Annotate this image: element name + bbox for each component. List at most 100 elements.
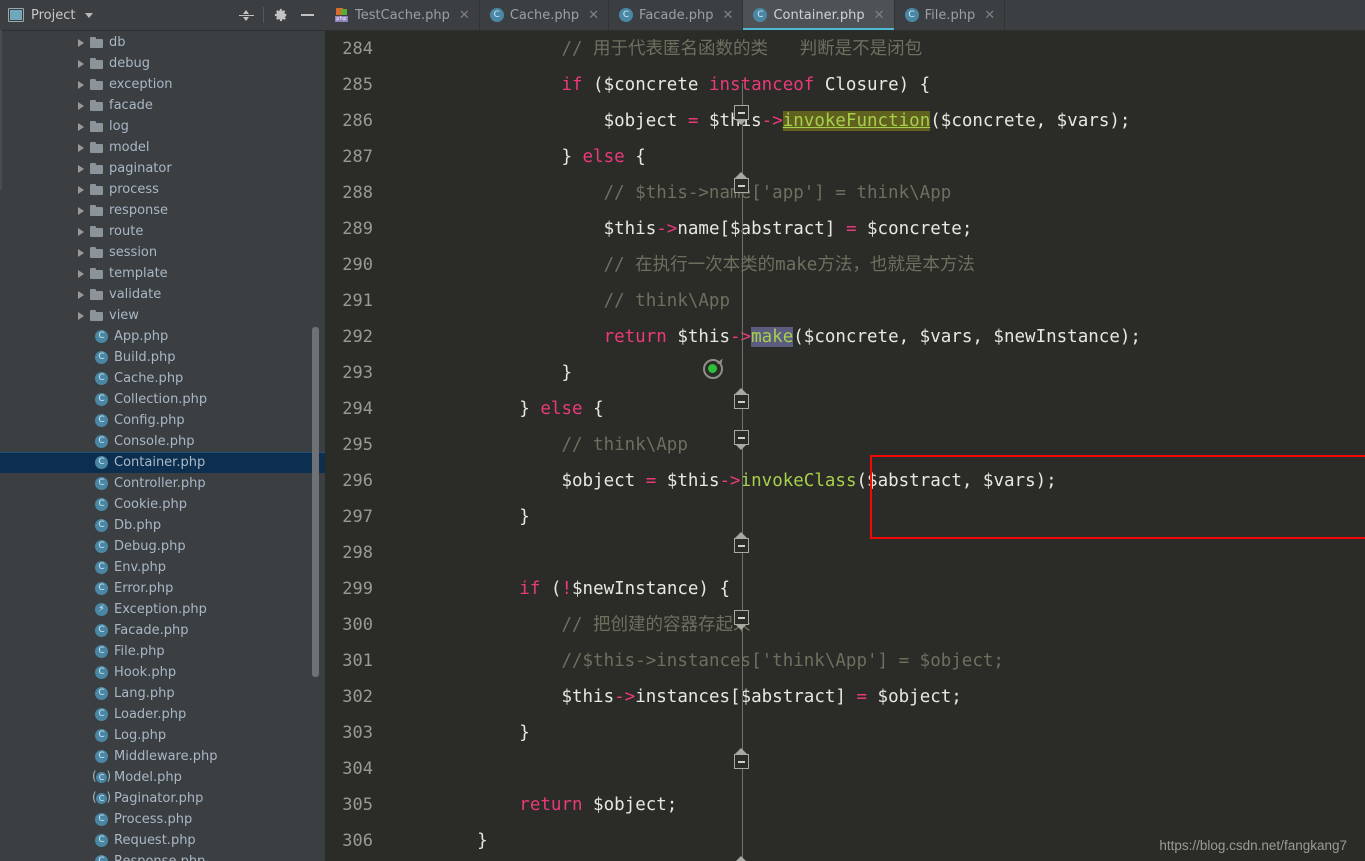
line-gutter[interactable] bbox=[373, 427, 435, 463]
code-line-293[interactable]: 293 } bbox=[325, 355, 1365, 391]
tree-folder-model[interactable]: model bbox=[0, 137, 325, 158]
tree-folder-template[interactable]: template bbox=[0, 263, 325, 284]
tree-folder-response[interactable]: response bbox=[0, 200, 325, 221]
close-icon[interactable]: ✕ bbox=[723, 8, 734, 23]
code-line-289[interactable]: 289 $this->name[$abstract] = $concrete; bbox=[325, 211, 1365, 247]
close-icon[interactable]: ✕ bbox=[874, 8, 885, 23]
chevron-down-icon[interactable] bbox=[85, 12, 94, 18]
code-line-301[interactable]: 301 //$this->instances['think\App'] = $o… bbox=[325, 643, 1365, 679]
editor-tab-TestCache-php[interactable]: php TestCache.php ✕ bbox=[325, 0, 480, 30]
fold-marker-285[interactable] bbox=[734, 105, 749, 125]
line-gutter[interactable] bbox=[373, 67, 435, 103]
line-gutter[interactable] bbox=[373, 139, 435, 175]
project-tree-scrollbar[interactable] bbox=[312, 327, 319, 677]
tree-folder-validate[interactable]: validate bbox=[0, 284, 325, 305]
tree-file-Request-php[interactable]: C Request.php bbox=[0, 830, 325, 851]
code-lines[interactable]: 284 // 用于代表匿名函数的类 判断是不是闭包 285 if ($concre… bbox=[325, 31, 1365, 859]
chevron-right-icon[interactable] bbox=[78, 248, 84, 257]
project-tree[interactable]: db debug exception facade log model paginator p… bbox=[0, 31, 325, 861]
line-gutter[interactable] bbox=[373, 211, 435, 247]
fold-marker-299[interactable] bbox=[734, 610, 749, 630]
line-gutter[interactable] bbox=[373, 571, 435, 607]
line-gutter[interactable] bbox=[373, 355, 435, 391]
tree-folder-debug[interactable]: debug bbox=[0, 53, 325, 74]
fold-marker-297[interactable] bbox=[734, 532, 749, 553]
tree-file-Log-php[interactable]: C Log.php bbox=[0, 725, 325, 746]
line-gutter[interactable] bbox=[373, 715, 435, 751]
chevron-right-icon[interactable] bbox=[78, 206, 84, 215]
editor-tab-Cache-php[interactable]: C Cache.php ✕ bbox=[479, 0, 610, 30]
code-viewport[interactable]: 284 // 用于代表匿名函数的类 判断是不是闭包 285 if ($concre… bbox=[325, 31, 1365, 861]
chevron-right-icon[interactable] bbox=[78, 311, 84, 320]
editor-tab-bar[interactable]: php TestCache.php ✕ C Cache.php ✕ C Facade.php ✕… bbox=[325, 0, 1365, 31]
editor-tab-Container-php[interactable]: C Container.php ✕ bbox=[743, 0, 895, 30]
code-line-284[interactable]: 284 // 用于代表匿名函数的类 判断是不是闭包 bbox=[325, 31, 1365, 67]
hide-panel-button[interactable] bbox=[294, 1, 321, 29]
tree-file-App-php[interactable]: C App.php bbox=[0, 326, 325, 347]
close-icon[interactable]: ✕ bbox=[459, 8, 470, 23]
tree-file-Middleware-php[interactable]: C Middleware.php bbox=[0, 746, 325, 767]
line-gutter[interactable] bbox=[373, 31, 435, 67]
tree-folder-log[interactable]: log bbox=[0, 116, 325, 137]
tree-file-Config-php[interactable]: C Config.php bbox=[0, 410, 325, 431]
fold-marker-303[interactable] bbox=[734, 748, 749, 769]
tree-file-Build-php[interactable]: C Build.php bbox=[0, 347, 325, 368]
tree-file-Console-php[interactable]: C Console.php bbox=[0, 431, 325, 452]
code-line-302[interactable]: 302 $this->instances[$abstract] = $objec… bbox=[325, 679, 1365, 715]
tree-file-Exception-php[interactable]: ⚡ Exception.php bbox=[0, 599, 325, 620]
project-title-group[interactable]: Project bbox=[0, 8, 94, 23]
code-line-296[interactable]: 296 $object = $this->invokeClass($abstra… bbox=[325, 463, 1365, 499]
tree-folder-view[interactable]: view bbox=[0, 305, 325, 326]
code-line-290[interactable]: 290 // 在执行一次本类的make方法，也就是本方法 bbox=[325, 247, 1365, 283]
run-gutter-icon[interactable] bbox=[703, 357, 723, 379]
line-gutter[interactable] bbox=[373, 751, 435, 787]
line-gutter[interactable] bbox=[373, 535, 435, 571]
code-line-305[interactable]: 305 return $object; bbox=[325, 787, 1365, 823]
tree-folder-session[interactable]: session bbox=[0, 242, 325, 263]
line-gutter[interactable] bbox=[373, 283, 435, 319]
tree-file-Facade-php[interactable]: C Facade.php bbox=[0, 620, 325, 641]
fold-marker-287[interactable] bbox=[734, 172, 749, 193]
tree-file-Cookie-php[interactable]: C Cookie.php bbox=[0, 494, 325, 515]
tree-file-File-php[interactable]: C File.php bbox=[0, 641, 325, 662]
code-line-298[interactable]: 298 bbox=[325, 535, 1365, 571]
tree-file-Container-php[interactable]: C Container.php bbox=[0, 452, 325, 473]
code-line-288[interactable]: 288 // $this->name['app'] = think\App bbox=[325, 175, 1365, 211]
tree-folder-process[interactable]: process bbox=[0, 179, 325, 200]
chevron-right-icon[interactable] bbox=[78, 227, 84, 236]
tree-folder-facade[interactable]: facade bbox=[0, 95, 325, 116]
settings-button[interactable] bbox=[267, 1, 294, 29]
tree-file-Paginator-php[interactable]: CPaginator.php bbox=[0, 788, 325, 809]
line-gutter[interactable] bbox=[373, 607, 435, 643]
fold-marker-294[interactable] bbox=[734, 430, 749, 450]
line-gutter[interactable] bbox=[373, 463, 435, 499]
tree-folder-exception[interactable]: exception bbox=[0, 74, 325, 95]
line-gutter[interactable] bbox=[373, 175, 435, 211]
line-gutter[interactable] bbox=[373, 787, 435, 823]
code-line-291[interactable]: 291 // think\App bbox=[325, 283, 1365, 319]
code-line-294[interactable]: 294 } else { bbox=[325, 391, 1365, 427]
tree-file-Loader-php[interactable]: C Loader.php bbox=[0, 704, 325, 725]
collapse-all-button[interactable] bbox=[233, 1, 260, 29]
line-gutter[interactable] bbox=[373, 319, 435, 355]
code-line-292[interactable]: 292 return $this->make($concrete, $vars,… bbox=[325, 319, 1365, 355]
tree-file-Collection-php[interactable]: C Collection.php bbox=[0, 389, 325, 410]
close-icon[interactable]: ✕ bbox=[984, 8, 995, 23]
chevron-right-icon[interactable] bbox=[78, 143, 84, 152]
line-gutter[interactable] bbox=[373, 103, 435, 139]
code-line-304[interactable]: 304 bbox=[325, 751, 1365, 787]
line-gutter[interactable] bbox=[373, 643, 435, 679]
code-line-303[interactable]: 303 } bbox=[325, 715, 1365, 751]
line-gutter[interactable] bbox=[373, 391, 435, 427]
tree-file-Model-php[interactable]: CModel.php bbox=[0, 767, 325, 788]
code-line-287[interactable]: 287 } else { bbox=[325, 139, 1365, 175]
code-line-286[interactable]: 286 $object = $this->invokeFunction($con… bbox=[325, 103, 1365, 139]
tree-file-Lang-php[interactable]: C Lang.php bbox=[0, 683, 325, 704]
tree-file-Db-php[interactable]: C Db.php bbox=[0, 515, 325, 536]
tree-folder-db[interactable]: db bbox=[0, 32, 325, 53]
line-gutter[interactable] bbox=[373, 679, 435, 715]
chevron-right-icon[interactable] bbox=[78, 38, 84, 47]
code-line-285[interactable]: 285 if ($concrete instanceof Closure) { bbox=[325, 67, 1365, 103]
tree-folder-paginator[interactable]: paginator bbox=[0, 158, 325, 179]
code-line-295[interactable]: 295 // think\App bbox=[325, 427, 1365, 463]
